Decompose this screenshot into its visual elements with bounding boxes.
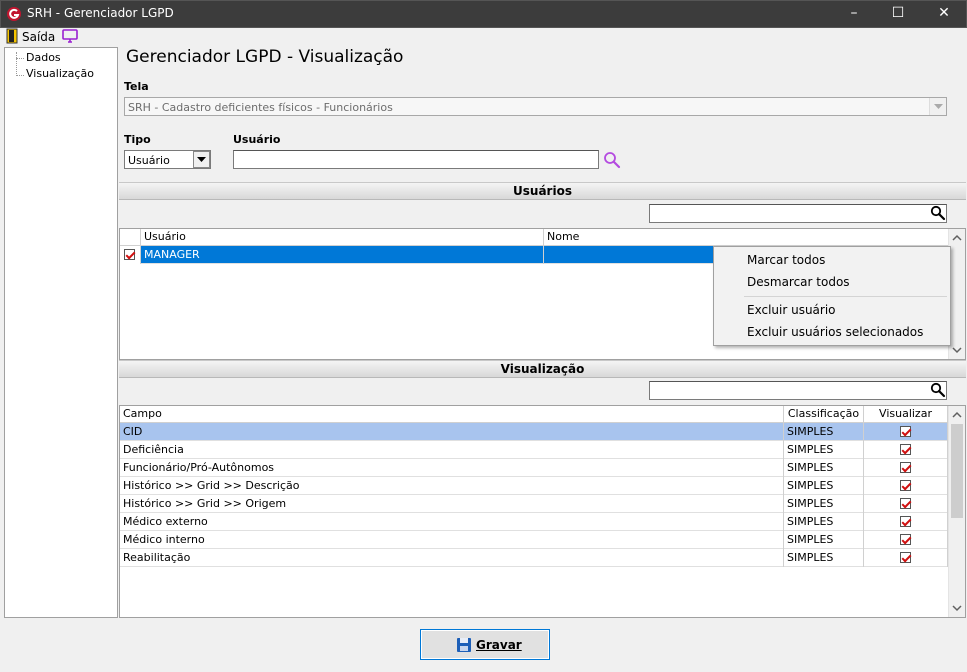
usuario-input[interactable]	[233, 150, 599, 169]
toolbar	[0, 28, 967, 46]
visualizar-checkbox[interactable]	[900, 534, 911, 545]
cell-campo: Histórico >> Grid >> Origem	[120, 495, 784, 513]
floppy-disk-icon	[457, 638, 471, 652]
table-row[interactable]: Deficiência SIMPLES	[120, 441, 948, 459]
page-title: Gerenciador LGPD - Visualização	[126, 47, 404, 67]
cell-classificacao: SIMPLES	[784, 477, 864, 495]
scroll-thumb[interactable]	[951, 424, 963, 518]
cell-classificacao: SIMPLES	[784, 441, 864, 459]
monitor-icon[interactable]	[62, 29, 78, 43]
table-row[interactable]: CID SIMPLES	[120, 423, 948, 441]
cell-campo: Médico interno	[120, 531, 784, 549]
cell-visualizar[interactable]	[864, 459, 948, 477]
column-header-campo[interactable]: Campo	[120, 406, 784, 423]
visualizar-checkbox[interactable]	[900, 462, 911, 473]
cell-visualizar[interactable]	[864, 477, 948, 495]
select-column-header	[120, 229, 141, 246]
cell-classificacao: SIMPLES	[784, 549, 864, 567]
maximize-button[interactable]: ☐	[875, 0, 921, 27]
table-row[interactable]: Médico externo SIMPLES	[120, 513, 948, 531]
column-header-usuario[interactable]: Usuário	[141, 229, 544, 246]
visualizar-checkbox[interactable]	[900, 516, 911, 527]
scroll-up-icon[interactable]	[949, 408, 965, 422]
cell-classificacao: SIMPLES	[784, 531, 864, 549]
cell-campo: Deficiência	[120, 441, 784, 459]
visualizar-checkbox[interactable]	[900, 552, 911, 563]
visualizar-checkbox[interactable]	[900, 444, 911, 455]
close-button[interactable]: ✕	[921, 0, 967, 27]
tipo-select[interactable]: Usuário	[124, 150, 211, 169]
menu-item-desmarcar-todos[interactable]: Desmarcar todos	[747, 275, 850, 289]
column-header-classificacao[interactable]: Classificação	[784, 406, 864, 423]
search-icon[interactable]	[930, 382, 946, 398]
cell-visualizar[interactable]	[864, 531, 948, 549]
scroll-down-icon[interactable]	[949, 601, 965, 615]
cell-classificacao: SIMPLES	[784, 459, 864, 477]
exit-button[interactable]: Saída	[22, 30, 55, 44]
tree-item-visualizacao[interactable]: Visualização	[26, 67, 94, 80]
table-row[interactable]: Reabilitação SIMPLES	[120, 549, 948, 567]
cell-campo: Reabilitação	[120, 549, 784, 567]
cell-visualizar[interactable]	[864, 423, 948, 441]
menu-item-excluir-usuario[interactable]: Excluir usuário	[747, 303, 836, 317]
row-select-cell[interactable]	[120, 246, 141, 264]
menu-separator	[744, 296, 947, 297]
usuarios-section-header: Usuários	[119, 182, 966, 200]
tela-select[interactable]: SRH - Cadastro deficientes físicos - Fun…	[124, 97, 947, 116]
cell-visualizar[interactable]	[864, 513, 948, 531]
cell-campo: CID	[120, 423, 784, 441]
window-title: SRH - Gerenciador LGPD	[27, 6, 174, 20]
exit-door-icon[interactable]	[6, 28, 18, 44]
table-row[interactable]: Funcionário/Pró-Autônomos SIMPLES	[120, 459, 948, 477]
menu-item-excluir-selecionados[interactable]: Excluir usuários selecionados	[747, 325, 923, 339]
tipo-label: Tipo	[124, 133, 151, 146]
tree-item-dados[interactable]: Dados	[26, 51, 61, 64]
save-button[interactable]: Gravar	[420, 629, 550, 660]
column-header-nome[interactable]: Nome	[544, 229, 949, 246]
cell-visualizar[interactable]	[864, 441, 948, 459]
tipo-select-value: Usuário	[128, 154, 170, 167]
visualizar-checkbox[interactable]	[900, 426, 911, 437]
scroll-down-icon[interactable]	[949, 343, 965, 357]
tree-connector	[16, 52, 17, 76]
cell-visualizar[interactable]	[864, 549, 948, 567]
save-button-label: Gravar	[476, 638, 522, 652]
row-checkbox[interactable]	[124, 249, 135, 260]
chevron-down-icon[interactable]	[193, 151, 210, 168]
cell-campo: Funcionário/Pró-Autônomos	[120, 459, 784, 477]
visualizacao-search-input[interactable]	[649, 381, 947, 400]
tree-connector	[16, 58, 24, 59]
cell-campo: Médico externo	[120, 513, 784, 531]
visualizacao-scrollbar[interactable]	[948, 406, 965, 617]
column-header-visualizar[interactable]: Visualizar	[864, 406, 948, 423]
table-row[interactable]: Histórico >> Grid >> Origem SIMPLES	[120, 495, 948, 513]
cell-usuario: MANAGER	[141, 246, 544, 264]
chevron-down-icon[interactable]	[929, 98, 946, 115]
scroll-up-icon[interactable]	[949, 231, 965, 245]
visualizar-checkbox[interactable]	[900, 498, 911, 509]
visualizacao-section-header: Visualização	[119, 360, 966, 378]
search-icon[interactable]	[930, 205, 946, 221]
cell-classificacao: SIMPLES	[784, 513, 864, 531]
table-row[interactable]: Médico interno SIMPLES	[120, 531, 948, 549]
usuarios-search-input[interactable]	[649, 204, 947, 223]
minimize-button[interactable]: –	[831, 0, 877, 27]
tree-connector	[16, 75, 24, 76]
context-menu: Marcar todos Desmarcar todos Excluir usu…	[713, 246, 951, 346]
menu-item-marcar-todos[interactable]: Marcar todos	[747, 253, 825, 267]
navigation-tree	[4, 47, 118, 618]
cell-campo: Histórico >> Grid >> Descrição	[120, 477, 784, 495]
cell-visualizar[interactable]	[864, 495, 948, 513]
cell-classificacao: SIMPLES	[784, 423, 864, 441]
search-icon[interactable]	[603, 151, 621, 169]
app-logo-icon	[7, 7, 21, 21]
tela-select-value: SRH - Cadastro deficientes físicos - Fun…	[128, 101, 393, 114]
cell-classificacao: SIMPLES	[784, 495, 864, 513]
table-row[interactable]: Histórico >> Grid >> Descrição SIMPLES	[120, 477, 948, 495]
visualizar-checkbox[interactable]	[900, 480, 911, 491]
usuario-label: Usuário	[233, 133, 281, 146]
visualizacao-grid: Campo Classificação Visualizar CID SIMPLE…	[119, 405, 966, 618]
tela-label: Tela	[124, 80, 149, 93]
